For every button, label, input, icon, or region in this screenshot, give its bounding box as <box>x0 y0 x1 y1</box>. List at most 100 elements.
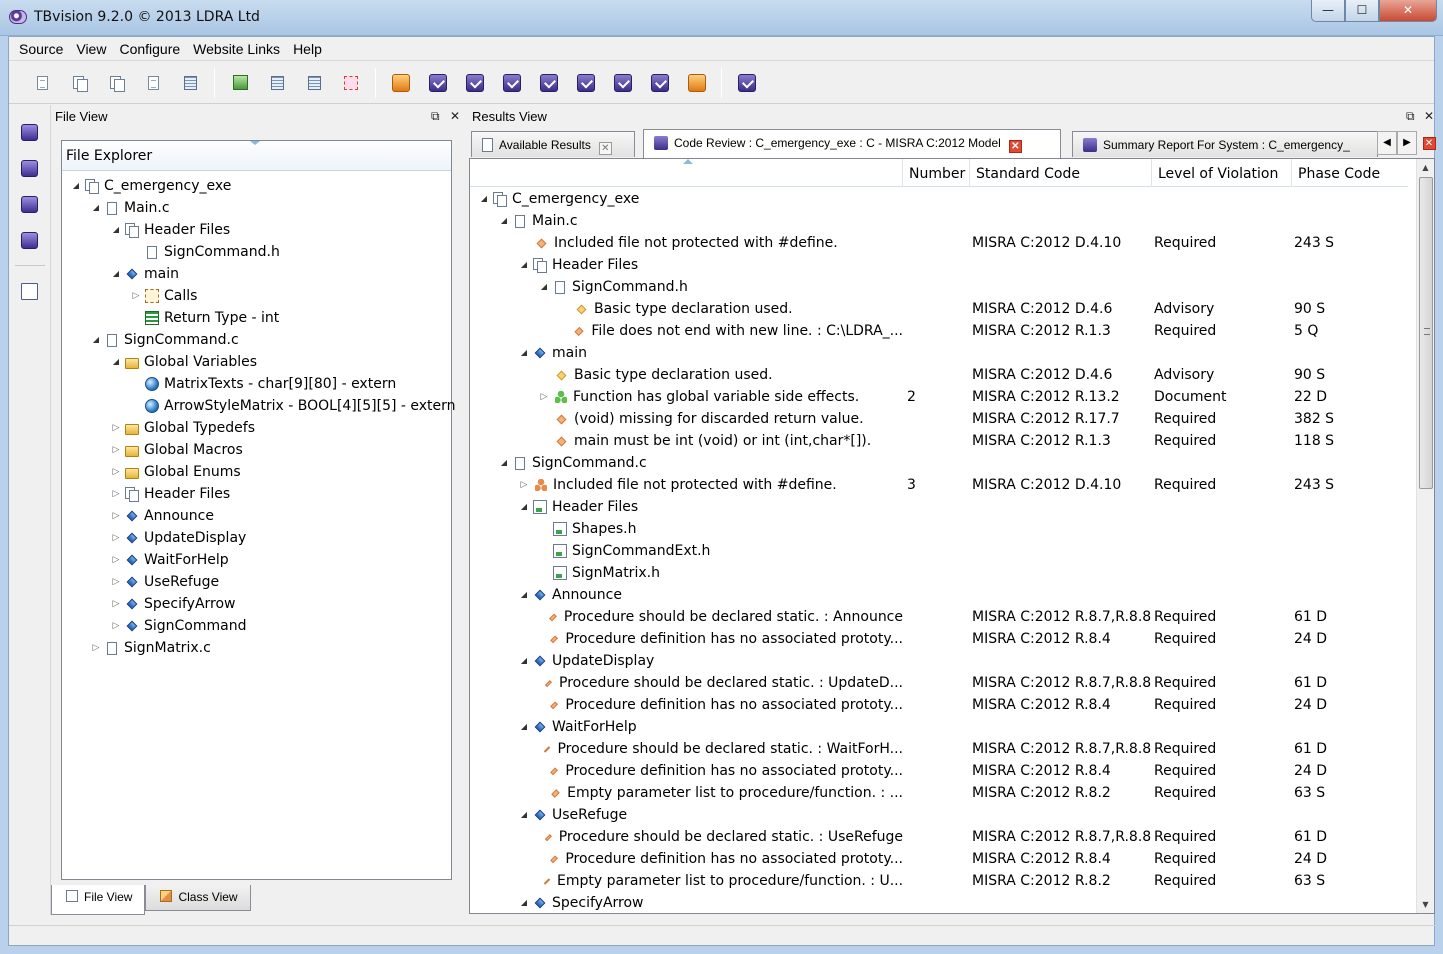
results-row[interactable]: Announce <box>470 584 1408 606</box>
new-file-button[interactable] <box>31 72 53 94</box>
gear-tool-button[interactable] <box>21 160 38 177</box>
results-tree-cell[interactable]: Procedure definition has no associated p… <box>538 848 903 870</box>
menu-source[interactable]: Source <box>13 41 69 57</box>
expand-arrow-icon[interactable] <box>110 621 122 631</box>
results-tree-cell[interactable]: Procedure should be declared static. : U… <box>538 672 903 694</box>
results-row[interactable]: Header Files <box>470 496 1408 518</box>
clear-button[interactable] <box>686 72 708 94</box>
menu-help[interactable]: Help <box>287 41 328 57</box>
results-row[interactable]: Procedure definition has no associated p… <box>470 694 1408 716</box>
list-view-button[interactable] <box>266 72 288 94</box>
float-panel-icon[interactable]: ⧉ <box>431 109 440 124</box>
results-row[interactable]: UpdateDisplay <box>470 650 1408 672</box>
results-tree-cell[interactable]: Procedure should be declared static. : U… <box>538 826 903 848</box>
expand-arrow-icon[interactable] <box>110 533 122 543</box>
export-button[interactable] <box>229 72 251 94</box>
results-tree-cell[interactable]: SignMatrix.h <box>538 562 903 584</box>
column-level-of-violation[interactable]: Level of Violation <box>1151 159 1291 187</box>
file-tree-item[interactable]: main <box>110 263 179 285</box>
results-tree-cell[interactable]: Procedure definition has no associated p… <box>538 760 903 782</box>
analysis-button[interactable] <box>390 72 412 94</box>
results-row[interactable]: WaitForHelp <box>470 716 1408 738</box>
expand-arrow-icon[interactable] <box>130 291 142 301</box>
collapse-arrow-icon[interactable] <box>90 203 102 213</box>
collapse-arrow-icon[interactable] <box>518 590 530 600</box>
tab-file-view[interactable]: File View <box>51 885 146 915</box>
expand-arrow-icon[interactable] <box>110 467 122 477</box>
results-row[interactable]: Procedure definition has no associated p… <box>470 628 1408 650</box>
results-row[interactable]: Header Files <box>470 254 1408 276</box>
results-row[interactable]: UseRefuge <box>470 804 1408 826</box>
results-row[interactable]: Empty parameter list to procedure/functi… <box>470 870 1408 892</box>
menu-configure[interactable]: Configure <box>113 41 186 57</box>
results-tree-cell[interactable]: UpdateDisplay <box>518 650 903 672</box>
results-tree-cell[interactable]: Procedure should be declared static. : W… <box>538 738 903 760</box>
code-review-button[interactable] <box>427 72 449 94</box>
results-tree-cell[interactable]: UseRefuge <box>518 804 903 826</box>
tab-summary-report[interactable]: Summary Report For System : C_emergency_ <box>1072 131 1378 157</box>
results-tree-cell[interactable]: Basic type declaration used. <box>558 298 903 320</box>
results-tree-cell[interactable]: Procedure definition has no associated p… <box>538 628 903 650</box>
results-tree-cell[interactable]: Procedure should be declared static. : A… <box>538 606 903 628</box>
data-flow-button[interactable] <box>612 72 634 94</box>
results-tree-cell[interactable]: SignCommand.c <box>498 452 903 474</box>
lock-tool-button[interactable] <box>21 196 38 213</box>
results-tree-cell[interactable]: Function has global variable side effect… <box>538 386 903 408</box>
file-tree-item[interactable]: UseRefuge <box>110 571 219 593</box>
file-tree-item[interactable]: SpecifyArrow <box>110 593 236 615</box>
file-tree-item[interactable]: Calls <box>130 285 197 307</box>
file-tree-item[interactable]: Main.c <box>90 197 170 219</box>
expand-arrow-icon[interactable] <box>110 577 122 587</box>
results-tree-cell[interactable]: C_emergency_exe <box>478 188 903 210</box>
results-row[interactable]: Procedure should be declared static. : W… <box>470 738 1408 760</box>
column-standard-code[interactable]: Standard Code <box>969 159 1151 187</box>
results-row[interactable]: Procedure definition has no associated p… <box>470 848 1408 870</box>
file-tree-item[interactable]: Global Enums <box>110 461 241 483</box>
collapse-arrow-icon[interactable] <box>518 656 530 666</box>
results-row[interactable]: (void) missing for discarded return valu… <box>470 408 1408 430</box>
menu-website-links[interactable]: Website Links <box>187 41 286 57</box>
file-tree-item[interactable]: MatrixTexts - char[9][80] - extern <box>130 373 396 395</box>
collapse-arrow-icon[interactable] <box>518 348 530 358</box>
collapse-arrow-icon[interactable] <box>70 181 82 191</box>
results-row[interactable]: Procedure definition has no associated p… <box>470 760 1408 782</box>
file-tree-item[interactable]: SignCommand <box>110 615 247 637</box>
results-row[interactable]: Basic type declaration used. MISRA C:2012… <box>470 364 1408 386</box>
results-row[interactable]: SignCommand.h <box>470 276 1408 298</box>
summary-report-button[interactable] <box>736 72 758 94</box>
tab-code-review[interactable]: Code Review : C_emergency_exe : C - MISR… <box>643 129 1061 158</box>
results-row[interactable]: SignCommand.c <box>470 452 1408 474</box>
collapse-arrow-icon[interactable] <box>518 260 530 270</box>
collapse-arrow-icon[interactable] <box>518 898 530 908</box>
report-file-button[interactable] <box>142 72 164 94</box>
file-tree-item[interactable]: Global Typedefs <box>110 417 255 439</box>
results-tree-cell[interactable]: SignCommand.h <box>538 276 903 298</box>
file-tree-item[interactable]: Return Type - int <box>130 307 279 329</box>
file-tree-item[interactable]: SignMatrix.c <box>90 637 211 659</box>
expand-arrow-icon[interactable] <box>110 489 122 499</box>
results-tree-cell[interactable]: Header Files <box>518 254 903 276</box>
expand-arrow-icon[interactable] <box>518 480 530 490</box>
search-tool-button[interactable] <box>21 124 38 141</box>
test-manager-button[interactable] <box>538 72 560 94</box>
scroll-up-icon[interactable]: ▲ <box>1417 159 1434 176</box>
close-panel-icon[interactable]: ✕ <box>1424 109 1434 123</box>
results-vertical-scrollbar[interactable]: ▲ ▼ <box>1416 159 1434 913</box>
collapse-arrow-icon[interactable] <box>538 282 550 292</box>
quality-review-button[interactable] <box>464 72 486 94</box>
results-row[interactable]: Main.c <box>470 210 1408 232</box>
design-review-button[interactable] <box>501 72 523 94</box>
results-tree-cell[interactable]: main must be int (void) or int (int,char… <box>538 430 903 452</box>
results-row[interactable]: Empty parameter list to procedure/functi… <box>470 782 1408 804</box>
file-tree-item[interactable]: Global Macros <box>110 439 243 461</box>
file-tree-item[interactable]: Header Files <box>110 219 230 241</box>
collapse-arrow-icon[interactable] <box>518 502 530 512</box>
print-button[interactable] <box>179 72 201 94</box>
results-tree-cell[interactable]: Basic type declaration used. <box>538 364 903 386</box>
expand-arrow-icon[interactable] <box>110 445 122 455</box>
float-panel-icon[interactable]: ⧉ <box>1406 109 1415 124</box>
collapse-arrow-icon[interactable] <box>498 216 510 226</box>
maximize-button[interactable]: ☐ <box>1345 0 1379 22</box>
file-tree-item[interactable]: Announce <box>110 505 214 527</box>
copy-file-button[interactable] <box>68 72 90 94</box>
